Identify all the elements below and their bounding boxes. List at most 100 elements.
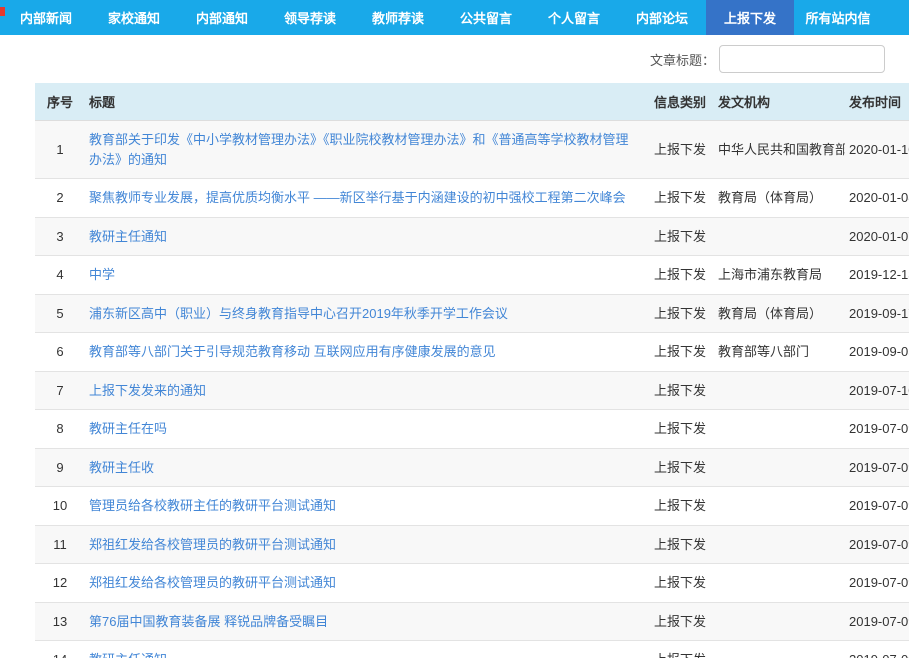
issuing-org: 中华人民共和国教育部 <box>714 121 845 179</box>
row-number: 9 <box>35 448 85 487</box>
info-category: 上报下发 <box>650 641 714 658</box>
article-title-link[interactable]: 教育部关于印发《中小学教材管理办法》《职业院校教材管理办法》和《普通高等学校教材… <box>85 121 650 179</box>
article-title-link[interactable]: 管理员给各校教研主任的教研平台测试通知 <box>85 487 650 526</box>
article-title-link[interactable]: 中学 <box>85 256 650 295</box>
row-number: 14 <box>35 641 85 658</box>
table-row: 1 教育部关于印发《中小学教材管理办法》《职业院校教材管理办法》和《普通高等学校… <box>35 121 909 179</box>
publish-date: 2019-07-10 <box>845 371 909 410</box>
search-bar: 文章标题： <box>0 35 909 83</box>
table-row: 6 教育部等八部门关于引导规范教育移动 互联网应用有序健康发展的意见 上报下发 … <box>35 333 909 372</box>
publish-date: 2019-09-17 <box>845 294 909 333</box>
issuing-org <box>714 564 845 603</box>
nav-item-9[interactable]: 所有站内信 <box>794 0 882 35</box>
article-title-label: 文章标题： <box>650 50 715 69</box>
publish-date: 2019-07-09 <box>845 602 909 641</box>
article-title-link[interactable]: 上报下发发来的通知 <box>85 371 650 410</box>
publish-date: 2019-07-09 <box>845 448 909 487</box>
table-row: 13 第76届中国教育装备展 释锐品牌备受瞩目 上报下发 2019-07-09 <box>35 602 909 641</box>
info-category: 上报下发 <box>650 121 714 179</box>
row-number: 7 <box>35 371 85 410</box>
article-title-link[interactable]: 浦东新区高中（职业）与终身教育指导中心召开2019年秋季开学工作会议 <box>85 294 650 333</box>
top-navbar: 内部新闻家校通知内部通知领导荐读教师荐读公共留言个人留言内部论坛上报下发所有站内… <box>0 0 909 35</box>
nav-item-7[interactable]: 内部论坛 <box>618 0 706 35</box>
nav-item-3[interactable]: 领导荐读 <box>266 0 354 35</box>
table-row: 10 管理员给各校教研主任的教研平台测试通知 上报下发 2019-07-09 <box>35 487 909 526</box>
articles-table-wrap: 序号 标题 信息类别 发文机构 发布时间 1 教育部关于印发《中小学教材管理办法… <box>0 83 909 658</box>
publish-date: 2019-07-09 <box>845 410 909 449</box>
column-header-date: 发布时间 <box>845 83 909 121</box>
article-title-input[interactable] <box>719 45 885 73</box>
article-title-link[interactable]: 郑祖红发给各校管理员的教研平台测试通知 <box>85 525 650 564</box>
nav-item-0[interactable]: 内部新闻 <box>2 0 90 35</box>
article-title-link[interactable]: 郑祖红发给各校管理员的教研平台测试通知 <box>85 564 650 603</box>
publish-date: 2019-09-05 <box>845 333 909 372</box>
article-title-link[interactable]: 教研主任通知 <box>85 641 650 658</box>
issuing-org <box>714 602 845 641</box>
nav-item-2[interactable]: 内部通知 <box>178 0 266 35</box>
issuing-org <box>714 371 845 410</box>
publish-date: 2020-01-07 <box>845 217 909 256</box>
publish-date: 2019-07-09 <box>845 641 909 658</box>
row-number: 1 <box>35 121 85 179</box>
table-header-row: 序号 标题 信息类别 发文机构 发布时间 <box>35 83 909 121</box>
publish-date: 2020-01-10 <box>845 121 909 179</box>
issuing-org: 教育局（体育局） <box>714 179 845 218</box>
column-header-title: 标题 <box>85 83 650 121</box>
info-category: 上报下发 <box>650 217 714 256</box>
info-category: 上报下发 <box>650 371 714 410</box>
nav-item-8[interactable]: 上报下发 <box>706 0 794 35</box>
row-number: 4 <box>35 256 85 295</box>
table-row: 7 上报下发发来的通知 上报下发 2019-07-10 <box>35 371 909 410</box>
info-category: 上报下发 <box>650 448 714 487</box>
column-header-org: 发文机构 <box>714 83 845 121</box>
issuing-org <box>714 410 845 449</box>
nav-item-4[interactable]: 教师荐读 <box>354 0 442 35</box>
issuing-org <box>714 217 845 256</box>
issuing-org: 教育局（体育局） <box>714 294 845 333</box>
publish-date: 2020-01-08 <box>845 179 909 218</box>
info-category: 上报下发 <box>650 564 714 603</box>
table-row: 5 浦东新区高中（职业）与终身教育指导中心召开2019年秋季开学工作会议 上报下… <box>35 294 909 333</box>
table-row: 11 郑祖红发给各校管理员的教研平台测试通知 上报下发 2019-07-09 <box>35 525 909 564</box>
row-number: 11 <box>35 525 85 564</box>
article-title-link[interactable]: 第76届中国教育装备展 释锐品牌备受瞩目 <box>85 602 650 641</box>
article-title-link[interactable]: 教育部等八部门关于引导规范教育移动 互联网应用有序健康发展的意见 <box>85 333 650 372</box>
article-title-link[interactable]: 教研主任通知 <box>85 217 650 256</box>
table-row: 14 教研主任通知 上报下发 2019-07-09 <box>35 641 909 658</box>
table-row: 9 教研主任收 上报下发 2019-07-09 <box>35 448 909 487</box>
article-title-link[interactable]: 教研主任在吗 <box>85 410 650 449</box>
red-marker <box>0 7 5 16</box>
info-category: 上报下发 <box>650 333 714 372</box>
row-number: 5 <box>35 294 85 333</box>
publish-date: 2019-07-09 <box>845 525 909 564</box>
nav-item-1[interactable]: 家校通知 <box>90 0 178 35</box>
publish-date: 2019-12-13 <box>845 256 909 295</box>
issuing-org: 教育部等八部门 <box>714 333 845 372</box>
info-category: 上报下发 <box>650 487 714 526</box>
article-title-link[interactable]: 教研主任收 <box>85 448 650 487</box>
issuing-org <box>714 525 845 564</box>
table-row: 8 教研主任在吗 上报下发 2019-07-09 <box>35 410 909 449</box>
row-number: 13 <box>35 602 85 641</box>
row-number: 3 <box>35 217 85 256</box>
article-title-link[interactable]: 聚焦教师专业发展，提高优质均衡水平 ——新区举行基于内涵建设的初中强校工程第二次… <box>85 179 650 218</box>
issuing-org <box>714 487 845 526</box>
row-number: 8 <box>35 410 85 449</box>
nav-item-5[interactable]: 公共留言 <box>442 0 530 35</box>
issuing-org <box>714 641 845 658</box>
info-category: 上报下发 <box>650 294 714 333</box>
row-number: 10 <box>35 487 85 526</box>
table-row: 4 中学 上报下发 上海市浦东教育局 2019-12-13 <box>35 256 909 295</box>
column-header-category: 信息类别 <box>650 83 714 121</box>
row-number: 12 <box>35 564 85 603</box>
table-row: 12 郑祖红发给各校管理员的教研平台测试通知 上报下发 2019-07-09 <box>35 564 909 603</box>
row-number: 2 <box>35 179 85 218</box>
row-number: 6 <box>35 333 85 372</box>
nav-item-6[interactable]: 个人留言 <box>530 0 618 35</box>
table-row: 2 聚焦教师专业发展，提高优质均衡水平 ——新区举行基于内涵建设的初中强校工程第… <box>35 179 909 218</box>
publish-date: 2019-07-09 <box>845 487 909 526</box>
info-category: 上报下发 <box>650 256 714 295</box>
info-category: 上报下发 <box>650 179 714 218</box>
info-category: 上报下发 <box>650 410 714 449</box>
info-category: 上报下发 <box>650 602 714 641</box>
